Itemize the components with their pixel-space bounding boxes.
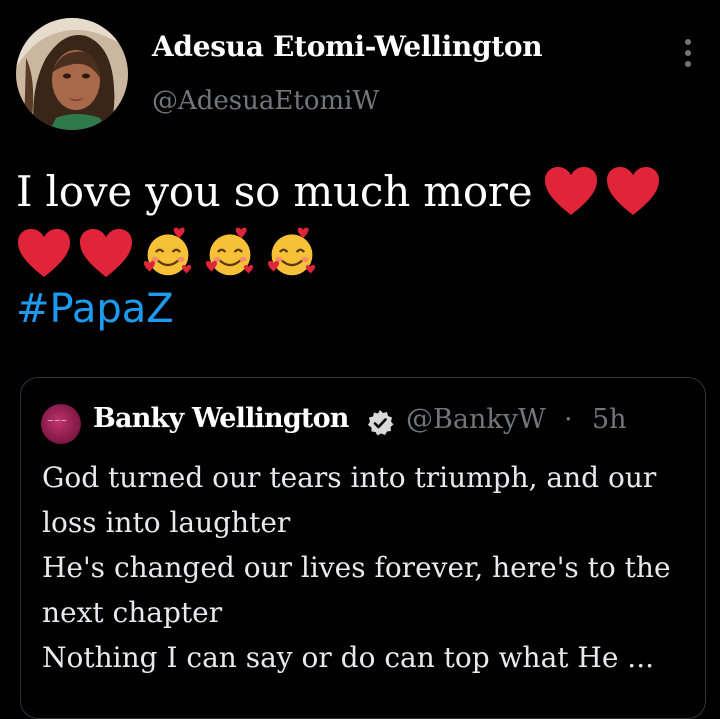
quoted-tweet-text: God turned our tears into triumph, and o… bbox=[42, 455, 692, 680]
smiling-face-with-hearts-icon bbox=[140, 227, 196, 279]
quoted-author-display-name[interactable]: Banky Wellington bbox=[93, 403, 349, 434]
tweet-emoji-row-2 bbox=[16, 224, 320, 282]
meta-separator: · bbox=[564, 404, 573, 435]
red-heart-icon bbox=[16, 227, 72, 279]
author-handle[interactable]: @AdesuaEtomiW bbox=[152, 86, 379, 116]
quoted-tweet-line: God turned our tears into triumph, and o… bbox=[42, 461, 657, 494]
quoted-tweet-line: next chapter bbox=[42, 596, 223, 629]
author-avatar[interactable] bbox=[16, 18, 128, 130]
verified-badge-icon bbox=[366, 409, 394, 437]
quoted-tweet-line: He's changed our lives forever, here's t… bbox=[42, 551, 671, 584]
avatar-logo-script: ~~~ bbox=[47, 416, 68, 425]
quoted-tweet-card[interactable]: ~~~ Banky Wellington @BankyW · 5h God tu… bbox=[20, 377, 706, 719]
red-heart-icon bbox=[543, 165, 599, 217]
more-dot bbox=[685, 39, 691, 45]
red-heart-icon bbox=[78, 227, 134, 279]
hashtag-link[interactable]: #PapaZ bbox=[16, 286, 174, 332]
more-vertical-icon[interactable] bbox=[676, 36, 700, 70]
smiling-face-with-hearts-icon bbox=[264, 227, 320, 279]
smiling-face-with-hearts-icon bbox=[202, 227, 258, 279]
red-heart-icon bbox=[605, 165, 661, 217]
author-display-name[interactable]: Adesua Etomi-Wellington bbox=[152, 30, 543, 63]
more-dot bbox=[685, 50, 691, 56]
quoted-author-avatar[interactable]: ~~~ bbox=[41, 404, 81, 444]
quoted-tweet-line: loss into laughter bbox=[42, 506, 291, 539]
more-dot bbox=[685, 61, 691, 67]
quoted-tweet-line: Nothing I can say or do can top what He … bbox=[42, 641, 655, 674]
quoted-author-handle[interactable]: @BankyW bbox=[406, 404, 546, 435]
quoted-tweet-timestamp[interactable]: 5h bbox=[592, 404, 627, 435]
tweet-emoji-row-1 bbox=[543, 165, 661, 219]
